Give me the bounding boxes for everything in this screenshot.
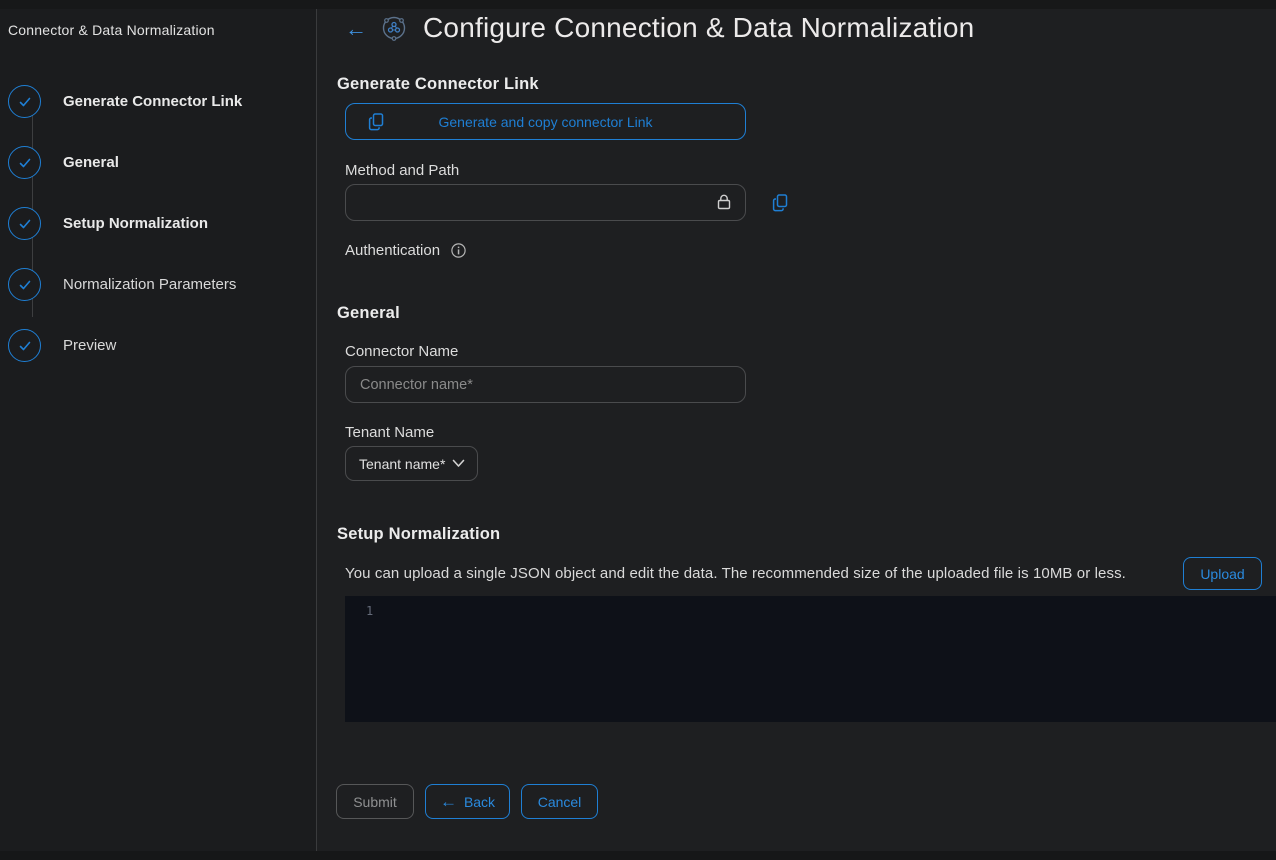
upload-row: You can upload a single JSON object and … [345,557,1276,590]
footer-actions: Submit ← Back Cancel [336,784,1276,819]
step-label: Setup Normalization [63,215,208,232]
chevron-down-icon [452,459,465,468]
wizard-sidebar: Connector & Data Normalization Generate … [0,0,317,860]
back-arrow-icon: ← [440,793,457,811]
connector-name-label: Connector Name [345,343,1276,360]
tenant-name-select[interactable]: Tenant name* [345,446,478,481]
back-button-label: Back [464,794,495,810]
connector-app-icon [380,14,408,42]
tenant-name-label: Tenant Name [345,424,1276,441]
sidebar-title: Connector & Data Normalization [8,22,306,38]
step-label: Generate Connector Link [63,93,242,110]
method-path-label: Method and Path [345,162,1276,179]
lock-icon [714,192,734,217]
main-content: ← Configure Connection & Data Normalizat… [317,0,1276,860]
configure-connector-page: Connector & Data Normalization Generate … [0,0,1276,860]
connector-name-input[interactable] [345,366,746,403]
check-circle-icon [8,146,41,179]
json-editor[interactable]: 1 [345,596,1276,722]
window-top-edge [0,0,1276,9]
method-path-input[interactable] [345,184,746,221]
method-path-input-wrap [345,184,746,221]
check-circle-icon [8,329,41,362]
cancel-button[interactable]: Cancel [521,784,598,819]
back-button[interactable]: ← Back [425,784,510,819]
step-setup-normalization[interactable]: Setup Normalization [8,207,306,240]
generate-copy-link-label: Generate and copy connector Link [438,114,652,130]
general-section-heading: General [337,304,1276,323]
page-title: Configure Connection & Data Normalizatio… [423,12,974,44]
copy-method-path-icon[interactable] [772,194,789,212]
setup-section-heading: Setup Normalization [337,525,1276,544]
tenant-name-selected-value: Tenant name* [359,456,445,472]
generate-section-heading: Generate Connector Link [337,75,1276,94]
copy-icon [368,113,385,134]
step-preview[interactable]: Preview [8,329,306,362]
window-bottom-edge [0,851,1276,860]
step-general[interactable]: General [8,146,306,179]
check-circle-icon [8,207,41,240]
step-generate-connector-link[interactable]: Generate Connector Link [8,85,306,118]
upload-description: You can upload a single JSON object and … [345,565,1126,582]
authentication-label: Authentication [345,242,440,259]
authentication-row: Authentication [345,242,1276,259]
back-arrow-icon[interactable]: ← [345,16,367,40]
step-normalization-parameters[interactable]: Normalization Parameters [8,268,306,301]
info-icon[interactable] [451,243,466,258]
wizard-stepper: Generate Connector Link General Setup No… [8,85,306,362]
editor-line-number: 1 [366,604,373,618]
check-circle-icon [8,85,41,118]
submit-button[interactable]: Submit [336,784,414,819]
upload-button[interactable]: Upload [1183,557,1262,590]
step-label: Normalization Parameters [63,276,236,293]
check-circle-icon [8,268,41,301]
step-label: General [63,154,119,171]
method-path-row [345,184,1276,221]
generate-copy-link-button[interactable]: Generate and copy connector Link [345,103,746,140]
step-label: Preview [63,337,116,354]
